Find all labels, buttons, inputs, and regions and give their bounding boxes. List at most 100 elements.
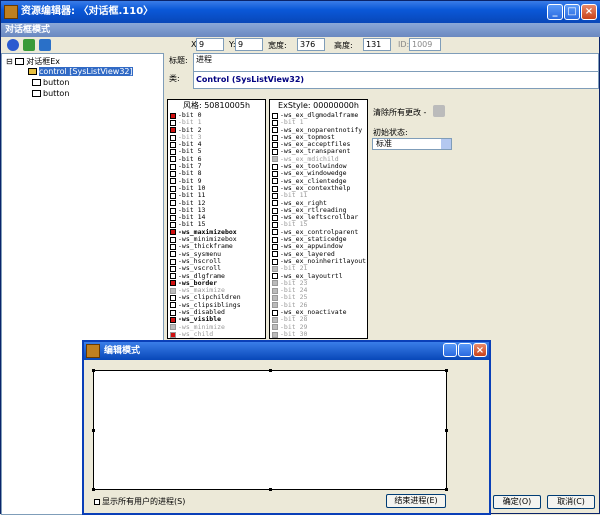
test-icon[interactable] [23, 39, 35, 51]
checkbox[interactable] [170, 120, 176, 126]
checkbox[interactable] [170, 324, 176, 330]
checkbox[interactable] [272, 273, 278, 279]
x-field[interactable]: 9 [196, 38, 224, 51]
maximize-button[interactable]: □ [564, 4, 580, 20]
checkbox[interactable] [170, 273, 176, 279]
checkbox[interactable] [272, 171, 278, 177]
checkbox[interactable] [170, 280, 176, 286]
resize-handle[interactable] [445, 429, 448, 432]
resize-handle[interactable] [92, 488, 95, 491]
exstyle-row[interactable]: -bit 31 [270, 338, 367, 339]
checkbox[interactable] [272, 280, 278, 286]
checkbox[interactable] [170, 244, 176, 250]
init-state-select[interactable]: 标准 [372, 138, 452, 150]
show-all-users-checkbox[interactable]: 显示所有用户的进程(S) [94, 496, 185, 507]
checkbox[interactable] [272, 156, 278, 162]
end-process-button[interactable]: 结束进程(E) [386, 494, 446, 508]
init-state-label: 初始状态: [373, 127, 408, 138]
checkbox[interactable] [170, 215, 176, 221]
resize-handle[interactable] [92, 369, 95, 372]
checkbox[interactable] [272, 113, 278, 119]
clear-icon[interactable] [433, 105, 445, 117]
checkbox[interactable] [170, 200, 176, 206]
tree-item-button[interactable]: button [32, 88, 69, 99]
close-button[interactable]: × [581, 4, 597, 20]
checkbox[interactable] [170, 251, 176, 257]
checkbox[interactable] [170, 310, 176, 316]
minimize-button[interactable]: _ [547, 4, 563, 20]
checkbox[interactable] [272, 149, 278, 155]
width-field[interactable]: 376 [297, 38, 325, 51]
checkbox[interactable] [170, 222, 176, 228]
checkbox[interactable] [170, 229, 176, 235]
checkbox[interactable] [272, 288, 278, 294]
resize-handle[interactable] [269, 369, 272, 372]
checkbox[interactable] [272, 186, 278, 192]
checkbox[interactable] [170, 317, 176, 323]
checkbox[interactable] [170, 178, 176, 184]
checkbox[interactable] [272, 193, 278, 199]
checkbox[interactable] [170, 186, 176, 192]
checkbox[interactable] [272, 310, 278, 316]
checkbox[interactable] [272, 251, 278, 257]
checkbox[interactable] [272, 295, 278, 301]
checkbox[interactable] [170, 127, 176, 133]
checkbox[interactable] [272, 178, 278, 184]
checkbox[interactable] [272, 142, 278, 148]
checkbox[interactable] [272, 208, 278, 214]
checkbox[interactable] [170, 171, 176, 177]
checkbox[interactable] [272, 266, 278, 272]
checkbox[interactable] [272, 127, 278, 133]
resize-handle[interactable] [269, 488, 272, 491]
checkbox[interactable] [170, 237, 176, 243]
checkbox[interactable] [170, 266, 176, 272]
resize-handle[interactable] [445, 488, 448, 491]
help-icon[interactable] [7, 39, 19, 51]
y-field[interactable]: 9 [235, 38, 263, 51]
clear-changes-link[interactable]: 清除所有更改 - [373, 107, 426, 118]
checkbox[interactable] [272, 215, 278, 221]
tree-item-control[interactable]: control [SysListView32] [28, 66, 133, 77]
checkbox[interactable] [272, 324, 278, 330]
checkbox[interactable] [170, 164, 176, 170]
ok-button[interactable]: 确定(O) [493, 495, 541, 509]
checkbox[interactable] [170, 288, 176, 294]
title-field[interactable]: 进程 [193, 53, 599, 72]
tree-item-button[interactable]: button [32, 77, 69, 88]
checkbox[interactable] [170, 135, 176, 141]
resize-handle[interactable] [445, 369, 448, 372]
checkbox[interactable] [170, 113, 176, 119]
dialog-minimize-button[interactable] [443, 343, 457, 357]
checkbox[interactable] [170, 302, 176, 308]
checkbox[interactable] [272, 120, 278, 126]
checkbox[interactable] [170, 332, 176, 338]
checkbox[interactable] [272, 135, 278, 141]
process-listview[interactable] [93, 370, 447, 490]
checkbox[interactable] [170, 208, 176, 214]
checkbox[interactable] [272, 317, 278, 323]
checkbox[interactable] [272, 259, 278, 265]
checkbox[interactable] [272, 332, 278, 338]
undo-icon[interactable] [39, 39, 51, 51]
checkbox[interactable] [170, 295, 176, 301]
checkbox[interactable] [272, 222, 278, 228]
checkbox[interactable] [272, 244, 278, 250]
checkbox[interactable] [170, 149, 176, 155]
checkbox[interactable] [272, 164, 278, 170]
checkbox[interactable] [170, 193, 176, 199]
resize-handle[interactable] [92, 429, 95, 432]
checkbox[interactable] [170, 259, 176, 265]
checkbox[interactable] [272, 237, 278, 243]
style-row[interactable]: -ws_popup [168, 338, 265, 339]
chevron-down-icon[interactable] [441, 139, 451, 149]
checkbox[interactable] [170, 156, 176, 162]
checkbox[interactable] [272, 302, 278, 308]
dialog-maximize-button[interactable] [458, 343, 472, 357]
height-field[interactable]: 131 [363, 38, 391, 51]
dialog-close-button[interactable]: × [473, 343, 487, 357]
checkbox-box[interactable] [94, 499, 100, 505]
checkbox[interactable] [272, 200, 278, 206]
checkbox[interactable] [170, 142, 176, 148]
checkbox[interactable] [272, 229, 278, 235]
cancel-button[interactable]: 取消(C) [547, 495, 595, 509]
